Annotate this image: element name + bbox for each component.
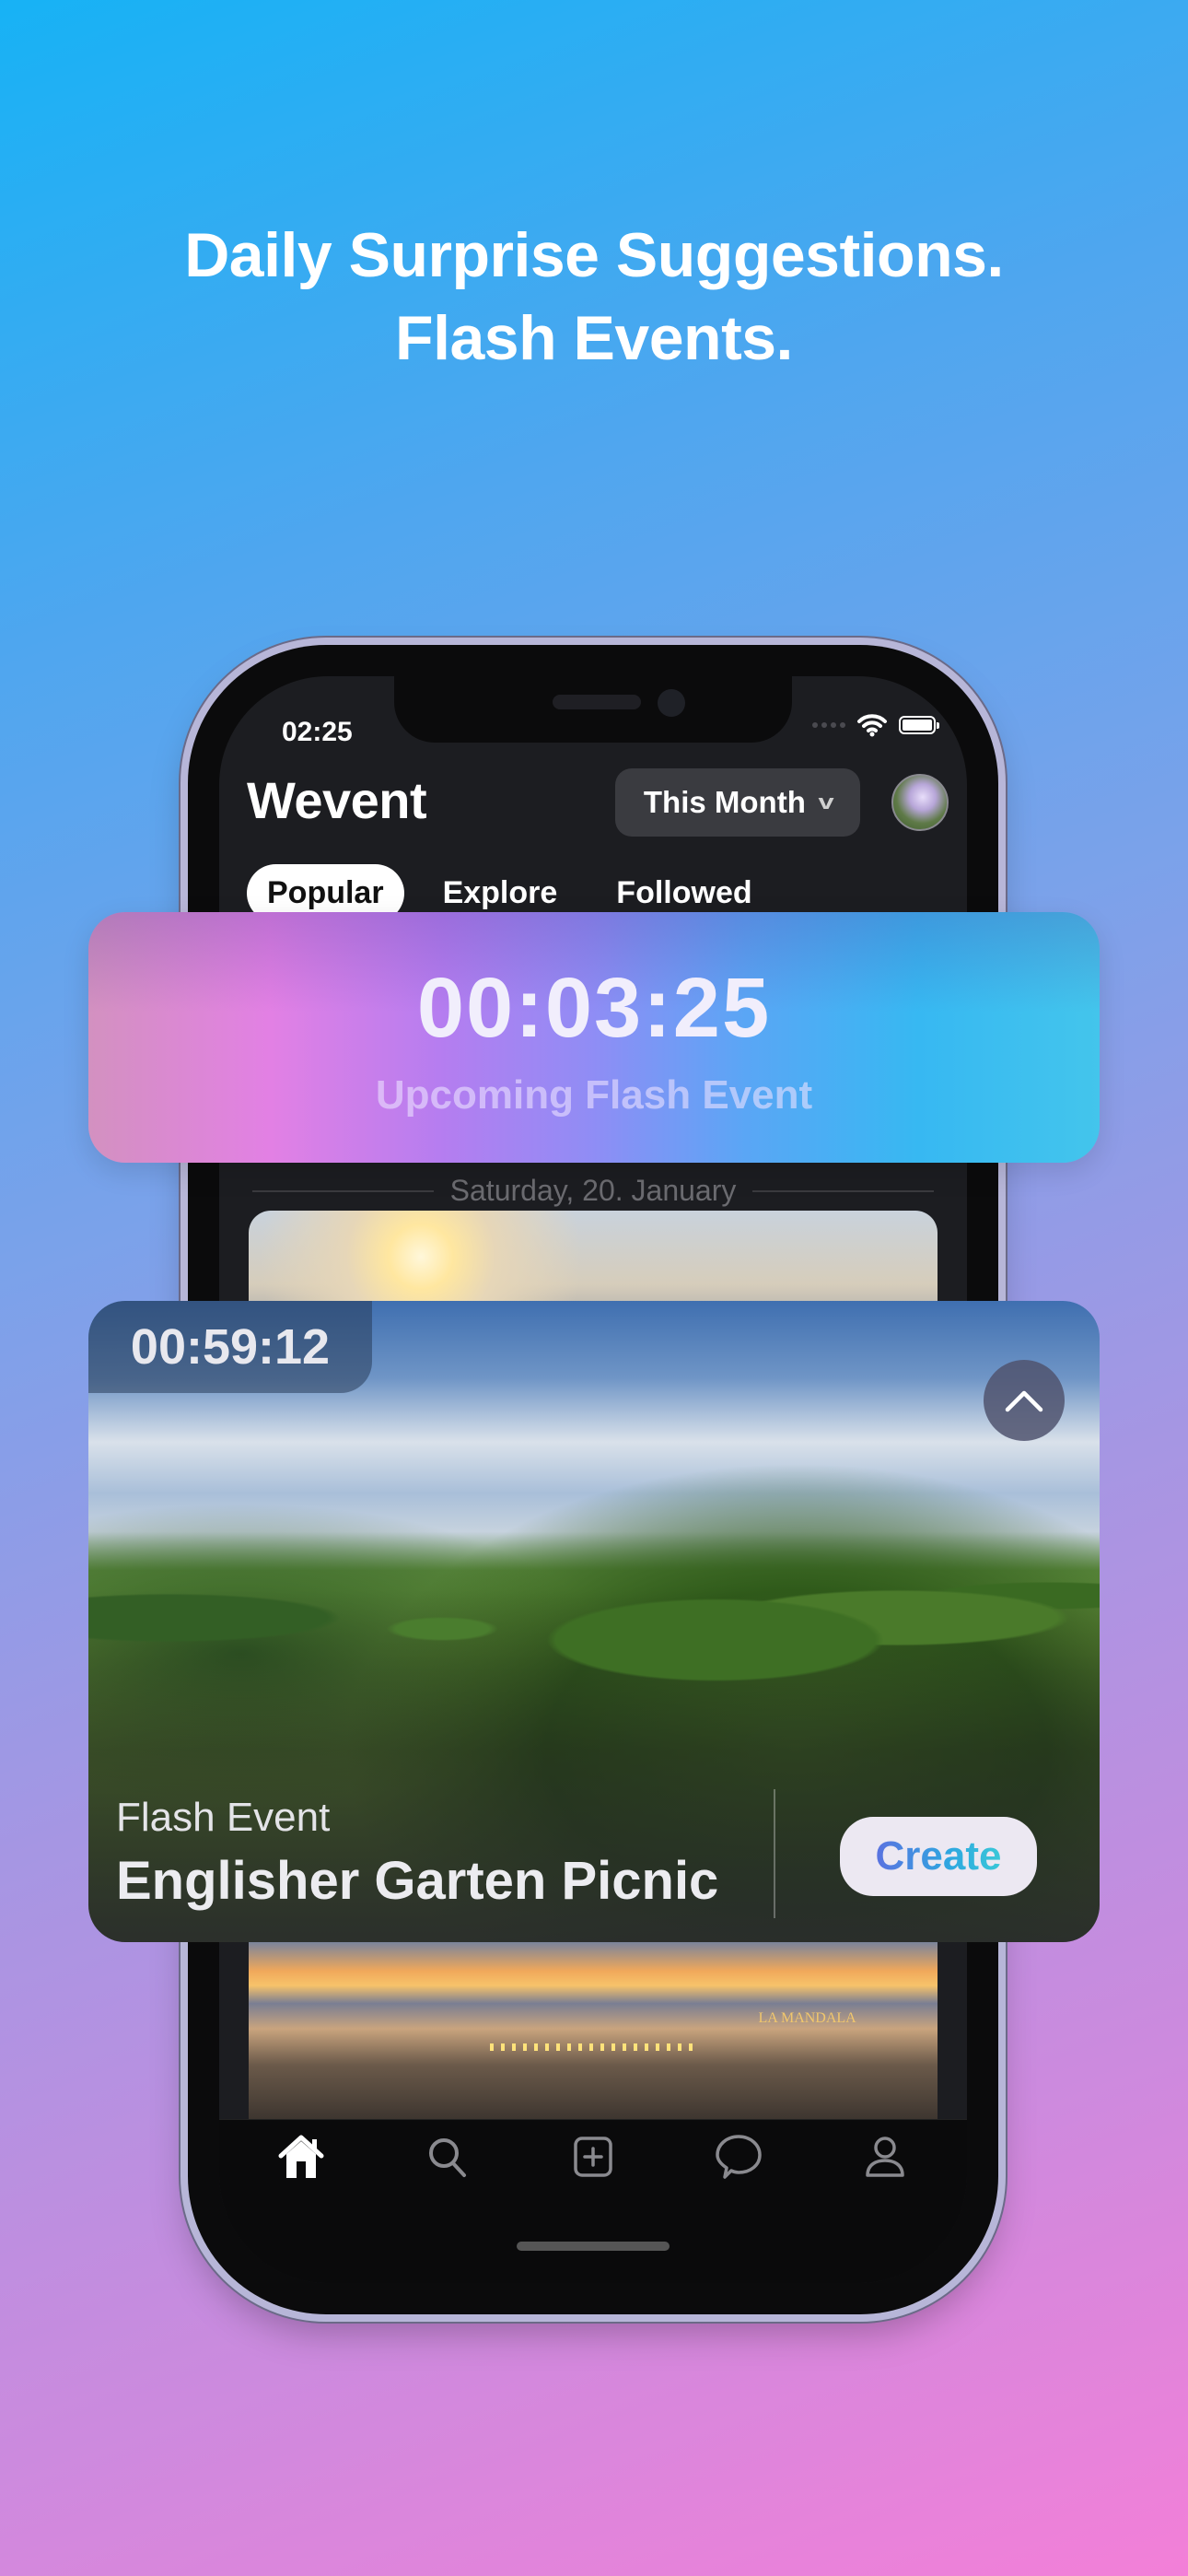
tabbar-search[interactable] [420, 2129, 475, 2184]
home-icon [278, 2135, 324, 2178]
front-camera [658, 689, 685, 717]
create-button[interactable]: Create [840, 1817, 1037, 1896]
date-label: Saturday, 20. January [449, 1174, 737, 1207]
flash-event-card[interactable]: 00:59:12 Flash Event Englisher Garten Pi… [88, 1301, 1100, 1942]
tabbar-home[interactable] [274, 2129, 329, 2184]
plus-square-icon [574, 2137, 612, 2177]
marketing-headline: Daily Surprise Suggestions. Flash Events… [0, 214, 1188, 380]
vertical-divider [774, 1789, 775, 1918]
upcoming-flash-event-banner[interactable]: 00:03:25 Upcoming Flash Event [88, 912, 1100, 1163]
divider-line [252, 1189, 434, 1192]
date-separator: Saturday, 20. January [252, 1174, 935, 1208]
event-title: Englisher Garten Picnic [116, 1851, 719, 1911]
tabbar-profile[interactable] [857, 2129, 913, 2184]
bottom-tab-bar [219, 2119, 967, 2283]
avatar[interactable] [891, 774, 949, 831]
date-range-label: This Month [643, 785, 806, 819]
event-timer: 00:59:12 [88, 1301, 372, 1393]
chevron-up-icon [1005, 1390, 1043, 1412]
home-indicator [517, 2242, 670, 2251]
divider-line [752, 1189, 935, 1192]
park-image-trees [88, 1485, 1100, 1706]
status-time: 02:25 [282, 717, 353, 747]
status-icons [812, 713, 939, 737]
event-image-beach-bar[interactable]: LA MANDALA [249, 1938, 938, 2119]
app-title: Wevent [247, 771, 427, 829]
tabbar-messages[interactable] [711, 2129, 766, 2184]
wifi-icon [857, 714, 887, 737]
string-lights [489, 2043, 697, 2051]
tabbar-create[interactable] [565, 2129, 621, 2184]
signal-dots-icon [812, 722, 845, 728]
battery-icon [899, 716, 939, 734]
search-icon [428, 2138, 466, 2177]
date-range-dropdown[interactable]: This Month v [615, 768, 860, 837]
collapse-button[interactable] [984, 1360, 1065, 1441]
chat-bubble-icon [716, 2135, 763, 2179]
headline-line-2: Flash Events. [395, 303, 793, 373]
create-label: Create [875, 1833, 1002, 1879]
flash-countdown: 00:03:25 [416, 961, 772, 1055]
person-icon [866, 2137, 904, 2177]
event-kicker: Flash Event [116, 1795, 331, 1840]
notch [394, 676, 792, 743]
chevron-down-icon: v [818, 790, 834, 814]
headline-line-1: Daily Surprise Suggestions. [184, 220, 1004, 290]
flash-caption: Upcoming Flash Event [375, 1072, 813, 1118]
venue-sign: LA MANDALA [758, 2010, 856, 2027]
speaker-grille [553, 695, 641, 709]
